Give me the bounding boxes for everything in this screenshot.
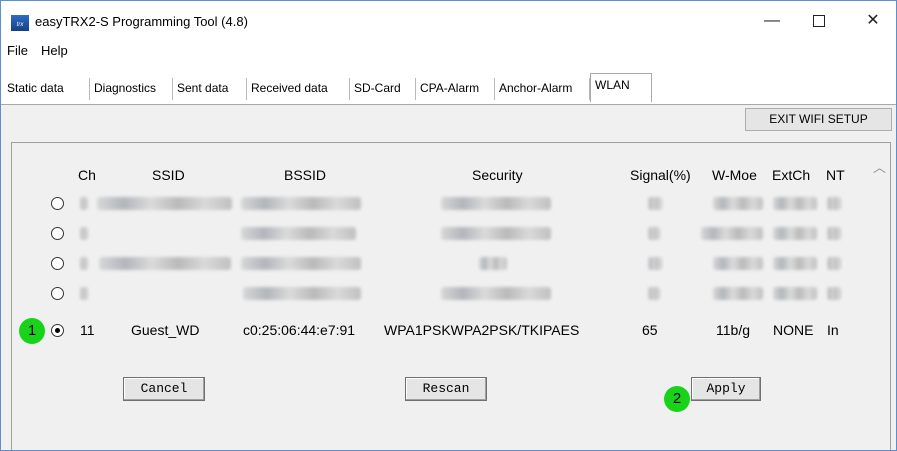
- apply-button[interactable]: Apply: [691, 377, 761, 401]
- row-wmode: 11b/g: [716, 322, 750, 338]
- tab-sd-card[interactable]: SD-Card: [350, 78, 416, 100]
- minimize-button[interactable]: —: [749, 1, 795, 41]
- tab-anchor-alarm[interactable]: Anchor-Alarm: [495, 78, 590, 100]
- row-security: WPA1PSKWPA2PSK/TKIPAES: [384, 322, 580, 338]
- tab-diagnostics[interactable]: Diagnostics: [90, 78, 173, 100]
- maximize-button[interactable]: [796, 1, 842, 41]
- tab-wlan[interactable]: WLAN: [590, 73, 652, 102]
- network-radio[interactable]: [51, 197, 64, 210]
- row-ch: 11: [80, 322, 95, 338]
- window-title: easyTRX2-S Programming Tool (4.8): [35, 14, 248, 29]
- annotation-badge-2: 2: [664, 386, 690, 412]
- header-extch: ExtCh: [772, 167, 811, 183]
- menu-file[interactable]: File: [7, 43, 28, 58]
- maximize-icon: [813, 14, 825, 27]
- header-wmode: W-Moe: [712, 167, 757, 183]
- header-signal: Signal(%): [630, 167, 691, 183]
- tab-received-data[interactable]: Received data: [247, 78, 350, 100]
- cancel-button[interactable]: Cancel: [123, 377, 205, 401]
- row-ssid: Guest_WD: [131, 322, 200, 338]
- annotation-badge-1: 1: [19, 318, 45, 344]
- app-window: trx easyTRX2-S Programming Tool (4.8) — …: [0, 0, 897, 451]
- row-signal: 65: [642, 322, 658, 338]
- menu-bar: File Help: [1, 41, 896, 61]
- rescan-button[interactable]: Rescan: [405, 377, 487, 401]
- menu-help[interactable]: Help: [41, 43, 68, 58]
- header-ch: Ch: [78, 167, 96, 183]
- row-bssid: c0:25:06:44:e7:91: [243, 322, 356, 338]
- tab-bar: Static data Diagnostics Sent data Receiv…: [1, 61, 896, 105]
- network-radio[interactable]: [51, 257, 64, 270]
- tab-static-data[interactable]: Static data: [3, 78, 90, 100]
- network-radio-selected[interactable]: [51, 324, 64, 337]
- tab-sent-data[interactable]: Sent data: [173, 78, 247, 100]
- network-radio[interactable]: [51, 227, 64, 240]
- header-security: Security: [472, 167, 523, 183]
- header-bssid: BSSID: [284, 167, 327, 183]
- scroll-up-icon[interactable]: ︿: [873, 157, 886, 176]
- exit-wifi-setup-button[interactable]: EXIT WIFI SETUP: [745, 108, 892, 131]
- header-ssid: SSID: [152, 167, 185, 183]
- network-radio[interactable]: [51, 287, 64, 300]
- close-button[interactable]: ✕: [850, 1, 896, 41]
- row-extch: NONE: [773, 322, 814, 338]
- title-bar: trx easyTRX2-S Programming Tool (4.8) — …: [1, 1, 896, 41]
- row-nt: In: [827, 322, 839, 338]
- header-nt: NT: [826, 167, 845, 183]
- tab-cpa-alarm[interactable]: CPA-Alarm: [416, 78, 495, 100]
- app-icon: trx: [11, 15, 29, 31]
